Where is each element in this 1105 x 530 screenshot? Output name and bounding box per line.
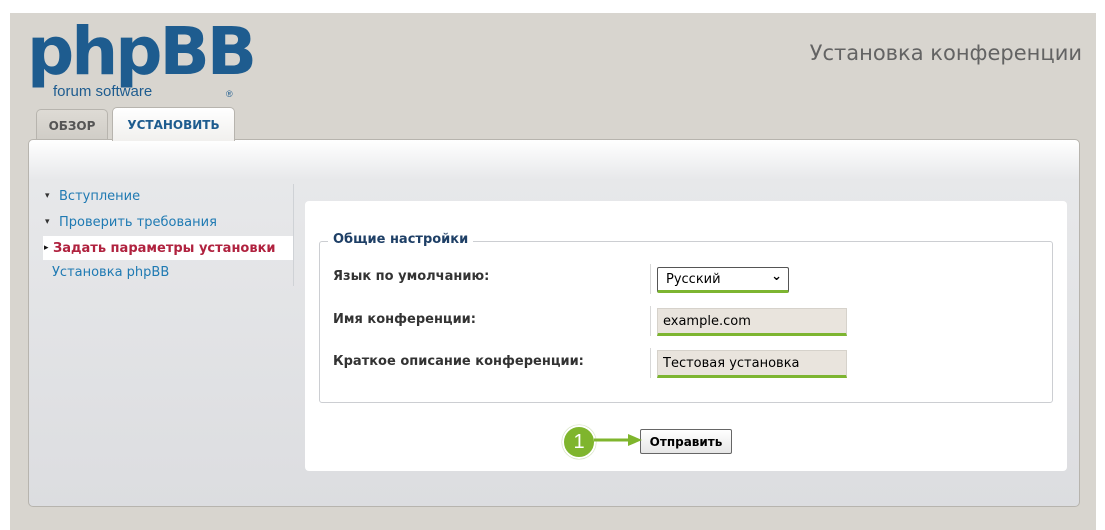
board-description-label: Краткое описание конференции: xyxy=(333,354,584,369)
content-panel: ▾ Вступление ▾ Проверить требования ▸ За… xyxy=(28,139,1080,507)
general-settings-fieldset: Общие настройки Язык по умолчанию: Русск… xyxy=(319,232,1053,403)
submit-button[interactable]: Отправить xyxy=(640,429,732,454)
menu-item-label: Задать параметры установки xyxy=(53,240,276,256)
menu-item-label: Вступление xyxy=(59,188,141,204)
check-mark-icon: ▾ xyxy=(45,191,50,201)
board-name-label: Имя конференции: xyxy=(333,312,476,327)
menu-item-introduction[interactable]: ▾ Вступление xyxy=(43,184,293,208)
logo-wordmark: phpBB xyxy=(27,13,257,90)
default-language-label: Язык по умолчанию: xyxy=(333,269,490,284)
default-language-select[interactable]: Русский ⌄ xyxy=(657,267,789,293)
row-divider xyxy=(650,306,651,336)
row-divider xyxy=(650,264,651,294)
selected-language: Русский xyxy=(666,271,721,287)
board-name-input[interactable] xyxy=(657,308,847,336)
menu-item-label: Установка phpBB xyxy=(52,264,170,280)
menu-item-install-settings[interactable]: ▸ Задать параметры установки xyxy=(43,236,293,260)
tab-overview[interactable]: ОБЗОР xyxy=(36,109,108,141)
phpbb-logo: phpBB forum software ® xyxy=(27,19,257,110)
menu-item-install-phpbb[interactable]: Установка phpBB xyxy=(43,260,293,284)
chevron-down-icon: ⌄ xyxy=(771,269,782,284)
page-title: Установка конференции xyxy=(809,41,1082,65)
menu-item-label: Проверить требования xyxy=(59,214,217,230)
fieldset-legend: Общие настройки xyxy=(328,232,474,247)
tab-install[interactable]: УСТАНОВИТЬ xyxy=(112,107,235,141)
install-steps-menu: ▾ Вступление ▾ Проверить требования ▸ За… xyxy=(43,184,294,286)
callout-arrow-icon xyxy=(594,434,642,446)
check-mark-icon: ▾ xyxy=(45,217,50,227)
menu-item-requirements[interactable]: ▾ Проверить требования xyxy=(43,210,293,234)
registered-mark: ® xyxy=(226,89,233,99)
arrow-right-icon: ▸ xyxy=(44,243,49,253)
logo-tagline: forum software xyxy=(53,83,153,100)
page-frame: phpBB forum software ® Установка конфере… xyxy=(10,13,1096,530)
step-callout-badge: 1 xyxy=(562,425,596,459)
board-description-input[interactable] xyxy=(657,350,847,378)
row-divider xyxy=(650,348,651,378)
settings-form: Общие настройки Язык по умолчанию: Русск… xyxy=(305,201,1067,471)
